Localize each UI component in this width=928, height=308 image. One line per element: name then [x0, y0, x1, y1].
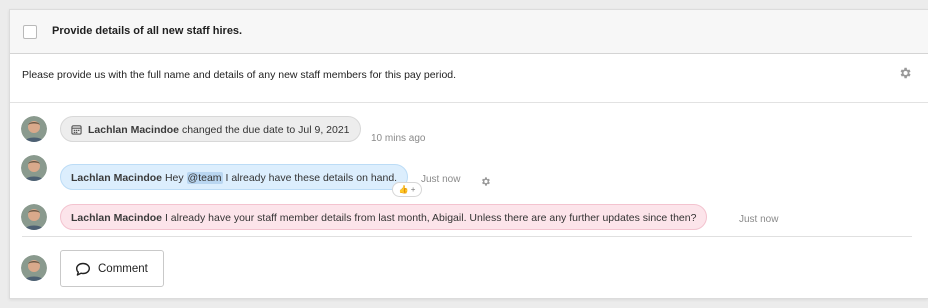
comment-button[interactable]: Comment	[60, 250, 164, 287]
event-author[interactable]: Lachlan Macindoe	[88, 124, 179, 136]
comment-timestamp: Just now	[739, 214, 779, 225]
comment-author[interactable]: Lachlan Macindoe	[71, 212, 162, 224]
comment-text: I already have your staff member details…	[164, 212, 697, 224]
divider	[22, 236, 912, 237]
calendar-icon	[71, 125, 82, 135]
comment-text-after: I already have these details on hand.	[222, 172, 398, 184]
task-description: Please provide us with the full name and…	[22, 69, 457, 81]
comment-author[interactable]: Lachlan Macindoe	[71, 172, 162, 184]
avatar	[21, 155, 47, 181]
task-header: Provide details of all new staff hires.	[10, 10, 928, 54]
gear-icon[interactable]	[898, 66, 912, 80]
mention-tag[interactable]: @team	[186, 172, 223, 184]
avatar	[21, 255, 47, 281]
comment-bubble: Lachlan Macindoe Hey @team I already hav…	[60, 164, 409, 190]
comment-timestamp: Just now	[421, 174, 461, 185]
event-timestamp: 10 mins ago	[371, 133, 426, 144]
comment-bubble: Lachlan Macindoe I already have your sta…	[60, 204, 708, 230]
task-description-row: Please provide us with the full name and…	[10, 55, 928, 103]
activity-event: Lachlan Macindoe changed the due date to…	[60, 116, 361, 142]
task-title: Provide details of all new staff hires.	[52, 25, 243, 37]
comment-text-before: Hey	[164, 172, 187, 184]
task-complete-checkbox[interactable]	[23, 25, 37, 39]
reaction-button[interactable]: 👍 +	[392, 182, 422, 197]
event-text: changed the due date to Jul 9, 2021	[181, 124, 350, 136]
comment-button-label: Comment	[98, 263, 148, 275]
gear-icon[interactable]	[480, 176, 491, 187]
speech-bubble-icon	[76, 262, 90, 276]
task-card: Provide details of all new staff hires. …	[9, 9, 928, 299]
avatar	[21, 204, 47, 230]
avatar	[21, 116, 47, 142]
